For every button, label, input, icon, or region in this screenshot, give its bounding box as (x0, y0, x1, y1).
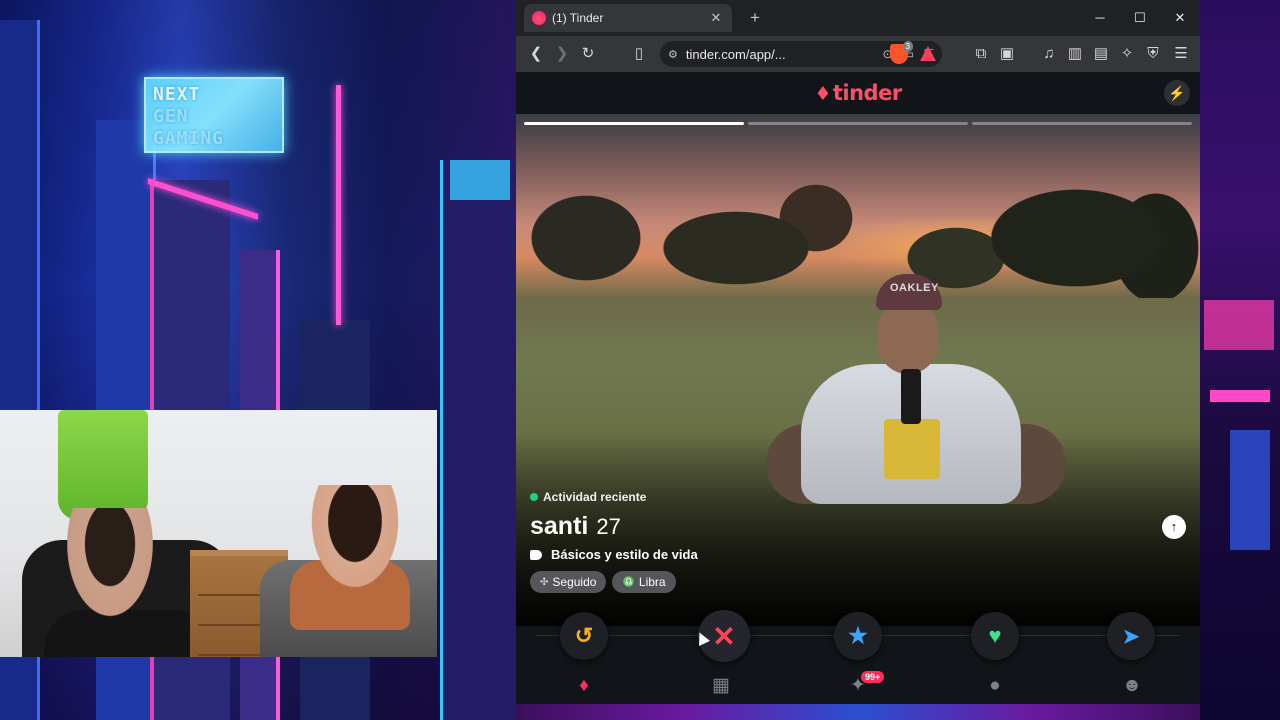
media-icon[interactable]: ♫ (1037, 42, 1061, 66)
brave-rewards-icon[interactable] (920, 46, 936, 61)
vpn-icon[interactable]: ⛨ (1141, 42, 1165, 66)
profile-age: 27 (596, 514, 621, 539)
browser-toolbar: ❮ ❯ ↻ ▯ ⚙ tinder.com/app/... ⊙ ▭ ⇱ 3 ⧉ ▣… (516, 36, 1200, 72)
rewind-icon: ↺ (574, 623, 594, 648)
profile-card[interactable]: OAKLEY Actividad reciente santi 27 Básic… (516, 114, 1200, 626)
photo-face (878, 304, 938, 374)
shield-count-badge: 3 (902, 41, 913, 52)
photo-progress-segment[interactable] (972, 122, 1192, 125)
activity-status: Actividad reciente (530, 490, 698, 504)
swipe-actions: ↺ ✕ ★ ♥ ➤ (516, 608, 1200, 664)
logo-line-1: NEXT (153, 84, 201, 105)
tinder-favicon-icon (532, 11, 546, 25)
url-text: tinder.com/app/... (685, 46, 786, 62)
maximize-button[interactable]: ☐ (1122, 6, 1158, 30)
nav-profile[interactable]: ☻ (1118, 672, 1146, 700)
heart-icon: ♥ (988, 623, 1002, 648)
activity-text: Actividad reciente (543, 490, 647, 504)
logo-line-2: GEN (153, 106, 189, 127)
lifestyle-row: Básicos y estilo de vida (530, 547, 698, 562)
rewind-button[interactable]: ↺ (560, 612, 608, 660)
tab-search-icon[interactable]: ▣ (995, 42, 1019, 66)
wallet-icon[interactable]: ▤ (1089, 42, 1113, 66)
chip-label: Seguido (552, 575, 597, 589)
online-dot-icon (530, 493, 538, 501)
lifestyle-label: Básicos y estilo de vida (551, 547, 698, 562)
stream-background-right (1200, 0, 1280, 720)
webcam-person-right (300, 485, 410, 605)
nav-chat[interactable]: ● (981, 672, 1009, 700)
neon-strip (1210, 390, 1270, 402)
bg-building (440, 160, 516, 720)
bg-building (1230, 430, 1270, 550)
person-icon: ☻ (1122, 675, 1142, 696)
tinder-logo-text: tinder (832, 81, 902, 105)
photo-progress-segment[interactable] (524, 122, 744, 125)
sidebar-icon[interactable]: ▥ (1063, 42, 1087, 66)
next-gen-gaming-logo: NEXT GEN GAMING (144, 77, 284, 153)
profile-chips: ✣ Seguido ♎ Libra (530, 571, 698, 593)
star-icon: ★ (848, 623, 868, 648)
name-row: santi 27 (530, 512, 698, 541)
webcam-feed (0, 410, 437, 657)
photo-shirt-print (884, 419, 940, 479)
bottom-nav: ♦ ▦ ✦ 99+ ● ☻ (516, 668, 1200, 704)
back-button[interactable]: ❮ (524, 42, 548, 66)
paw-icon: ✣ (540, 576, 549, 588)
reload-button[interactable]: ↻ (576, 42, 600, 66)
stream-background-bottom (516, 704, 1200, 720)
tab-bar: (1) Tinder ✕ + ─ ☐ ✕ (516, 0, 1200, 36)
neon-sign (1204, 300, 1274, 350)
super-like-button[interactable]: ★ (834, 612, 882, 660)
open-profile-button[interactable]: ↑ (1162, 515, 1186, 539)
paper-plane-icon: ➤ (1122, 625, 1140, 648)
photo-progress-segment[interactable] (748, 122, 968, 125)
tab-title: (1) Tinder (552, 11, 604, 25)
photo-cap-text: OAKLEY (890, 282, 939, 294)
chat-icon: ● (989, 675, 1001, 696)
minimize-button[interactable]: ─ (1082, 6, 1118, 30)
chip-seguido: ✣ Seguido (530, 571, 607, 593)
flame-icon: ♦ (814, 83, 831, 105)
photo-drink (901, 369, 921, 424)
close-window-button[interactable]: ✕ (1162, 6, 1198, 30)
boost-icon[interactable]: ⚡ (1164, 80, 1190, 106)
menu-icon[interactable]: ☰ (1169, 42, 1193, 66)
leo-ai-icon[interactable]: ✧ (1115, 42, 1139, 66)
zodiac-icon: ♎ (622, 576, 635, 588)
like-button[interactable]: ♥ (971, 612, 1019, 660)
webcam-person-left (60, 508, 160, 628)
browser-window: (1) Tinder ✕ + ─ ☐ ✕ ❮ ❯ ↻ ▯ ⚙ tinder.co… (516, 0, 1200, 704)
flame-icon: ♦ (579, 675, 589, 696)
new-tab-button[interactable]: + (744, 7, 766, 29)
tag-icon (530, 549, 542, 560)
brave-shield-icon[interactable]: 3 (890, 41, 913, 64)
likes-count-badge: 99+ (861, 671, 885, 683)
extensions-icon[interactable]: ⧉ (969, 42, 993, 66)
profile-name: santi (530, 512, 589, 540)
tinder-header: ♦tinder ⚡ (516, 72, 1200, 114)
logo-line-3: GAMING (153, 128, 225, 149)
send-message-button[interactable]: ➤ (1107, 612, 1155, 660)
webcam-jacket (58, 410, 148, 520)
site-settings-icon[interactable]: ⚙ (668, 48, 678, 61)
bookmark-icon[interactable]: ▯ (627, 42, 651, 66)
forward-button[interactable]: ❯ (550, 42, 574, 66)
profile-info: Actividad reciente santi 27 Básicos y es… (530, 490, 698, 593)
tinder-logo[interactable]: ♦tinder (814, 81, 902, 105)
chip-label: Libra (638, 575, 666, 589)
tab-tinder[interactable]: (1) Tinder ✕ (524, 4, 732, 32)
neon-strip (336, 85, 341, 325)
nav-explore[interactable]: ▦ (707, 672, 735, 700)
chip-libra: ♎ Libra (612, 571, 676, 593)
tinder-app: ♦tinder ⚡ OAKLEY Actividad reciente sant… (516, 72, 1200, 704)
neon-sign (450, 160, 510, 200)
nav-swipe[interactable]: ♦ (570, 672, 598, 700)
tab-close-icon[interactable]: ✕ (708, 10, 724, 26)
profile-photo-person: OAKLEY (746, 274, 1076, 534)
photo-progress (524, 122, 1192, 126)
close-icon: ✕ (712, 620, 736, 652)
grid-icon: ▦ (712, 675, 730, 696)
